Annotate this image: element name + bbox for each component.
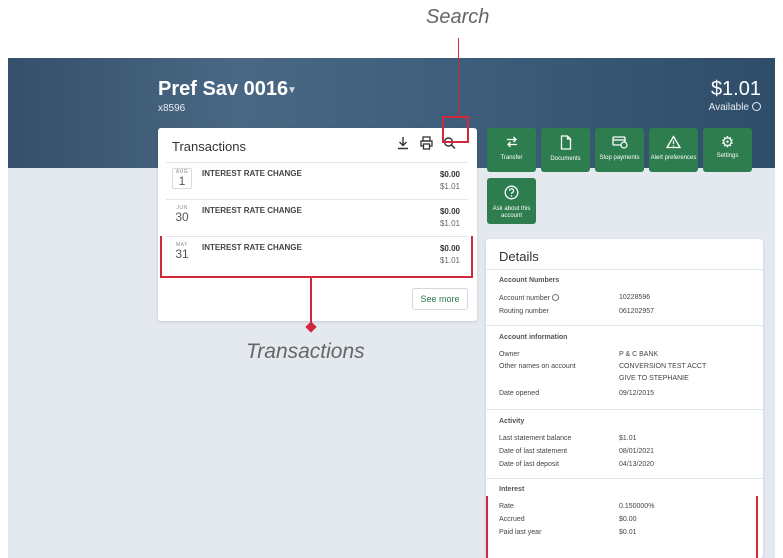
- account-information-heading: Account information: [499, 334, 568, 341]
- transactions-card: Transactions AUG 1 INTEREST RATE CHANGE …: [158, 128, 477, 321]
- transaction-balance: $1.01: [439, 219, 460, 228]
- alert-preferences-button[interactable]: Alert preferences: [649, 128, 698, 172]
- info-icon[interactable]: [551, 294, 559, 301]
- download-icon[interactable]: [395, 136, 411, 154]
- info-icon[interactable]: [752, 102, 761, 111]
- date-of-last-statement-value: 08/01/2021: [619, 448, 655, 455]
- transaction-row[interactable]: JUN 30 INTEREST RATE CHANGE $0.00 $1.01: [166, 199, 468, 236]
- transactions-callout-line: [310, 278, 312, 325]
- settings-label: Settings: [716, 153, 739, 159]
- transaction-description: INTEREST RATE CHANGE: [202, 169, 302, 178]
- account-number-short: x8596: [158, 103, 186, 114]
- transfer-icon: [487, 135, 536, 152]
- account-number-value: 10228596: [619, 294, 651, 301]
- transactions-highlight-box: [160, 236, 473, 278]
- last-statement-balance-label: Last statement balance: [499, 435, 572, 442]
- date-of-last-statement-label: Date of last statement: [499, 448, 568, 455]
- transaction-day: 30: [175, 210, 189, 224]
- date-of-last-deposit-value: 04/13/2020: [619, 461, 655, 468]
- see-more-button[interactable]: See more: [412, 288, 468, 310]
- documents-button[interactable]: Documents: [541, 128, 590, 172]
- details-title: Details: [499, 249, 539, 264]
- alert-icon: [649, 135, 698, 152]
- owner-value: P & C BANK: [619, 351, 659, 358]
- interest-highlight-box: [486, 496, 758, 558]
- available-label-text: Available: [708, 102, 749, 113]
- account-information-section: Account information Owner P & C BANK Oth…: [486, 325, 763, 409]
- stop-payments-button[interactable]: Stop payments: [595, 128, 644, 172]
- interest-heading: Interest: [499, 486, 525, 493]
- stop-payments-label: Stop payments: [599, 155, 640, 161]
- activity-heading: Activity: [499, 418, 525, 425]
- documents-icon: [541, 135, 590, 153]
- question-icon: [487, 185, 536, 203]
- available-balance: $1.01: [710, 78, 761, 100]
- transaction-amount: $0.00: [439, 170, 460, 179]
- screenshot-stage: Search Pref Sav 0016 ▼ x8596 $1.01 Avail…: [0, 0, 783, 558]
- other-names-value: CONVERSION TEST ACCT: [619, 363, 707, 370]
- transfer-button[interactable]: Transfer: [487, 128, 536, 172]
- account-number-label: Account number: [499, 294, 559, 302]
- transaction-row[interactable]: AUG 1 INTEREST RATE CHANGE $0.00 $1.01: [166, 162, 468, 199]
- print-icon[interactable]: [418, 136, 434, 154]
- transaction-amount: $0.00: [439, 207, 460, 216]
- ask-about-account-label: Ask about this account: [492, 206, 531, 219]
- ask-about-account-button[interactable]: Ask about this account: [487, 178, 536, 224]
- transfer-label: Transfer: [500, 155, 523, 161]
- activity-section: Activity Last statement balance $1.01 Da…: [486, 409, 763, 478]
- documents-label: Documents: [550, 156, 581, 162]
- account-number-label-text: Account number: [499, 295, 550, 302]
- other-names-value-2: GIVE TO STEPHANIE: [619, 375, 689, 382]
- alert-preferences-label: Alert preferences: [650, 155, 697, 161]
- account-numbers-heading: Account Numbers: [499, 277, 560, 284]
- account-name[interactable]: Pref Sav 0016: [158, 78, 288, 101]
- transaction-date: JUN 30: [172, 205, 192, 223]
- date-opened-label: Date opened: [499, 390, 540, 397]
- available-balance-label: Available: [709, 102, 761, 113]
- owner-label: Owner: [499, 351, 520, 358]
- search-callout-line: [458, 38, 459, 116]
- routing-number-value: 061202957: [619, 308, 655, 315]
- search-callout-label: Search: [426, 6, 490, 28]
- account-numbers-section: Account Numbers Account number 10228596 …: [486, 269, 763, 325]
- transaction-date: AUG 1: [172, 168, 192, 189]
- other-names-label: Other names on account: [499, 363, 576, 370]
- transaction-description: INTEREST RATE CHANGE: [202, 206, 302, 215]
- stop-payments-icon: [595, 135, 644, 152]
- settings-button[interactable]: ⚙ Settings: [703, 128, 752, 172]
- account-page: Pref Sav 0016 ▼ x8596 $1.01 Available Tr…: [8, 58, 775, 558]
- transactions-title: Transactions: [172, 139, 246, 154]
- routing-number-label: Routing number: [499, 308, 549, 315]
- transactions-callout-label: Transactions: [246, 340, 365, 363]
- chevron-down-icon[interactable]: ▼: [287, 85, 297, 96]
- date-opened-value: 09/12/2015: [619, 390, 655, 397]
- gear-icon: ⚙: [720, 134, 735, 151]
- last-statement-balance-value: $1.01: [619, 435, 637, 442]
- transaction-day: 1: [178, 174, 186, 188]
- date-of-last-deposit-label: Date of last deposit: [499, 461, 559, 468]
- search-highlight-box: [442, 116, 469, 143]
- transaction-balance: $1.01: [439, 182, 460, 191]
